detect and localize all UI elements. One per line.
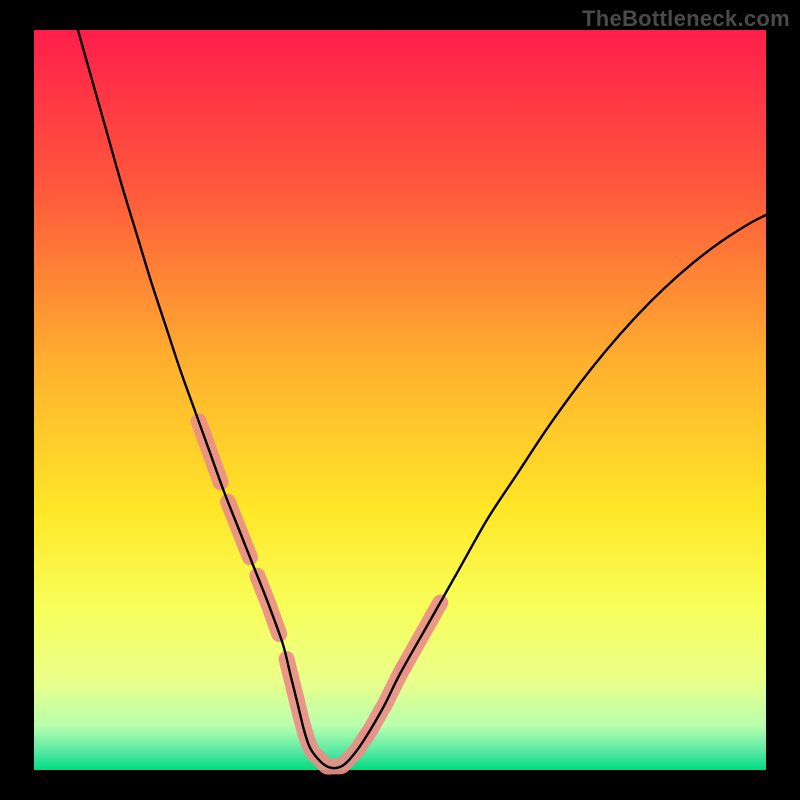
watermark-text: TheBottleneck.com bbox=[582, 6, 790, 32]
chart-frame: TheBottleneck.com bbox=[0, 0, 800, 800]
chart-svg bbox=[0, 0, 800, 800]
plot-area bbox=[34, 30, 766, 770]
